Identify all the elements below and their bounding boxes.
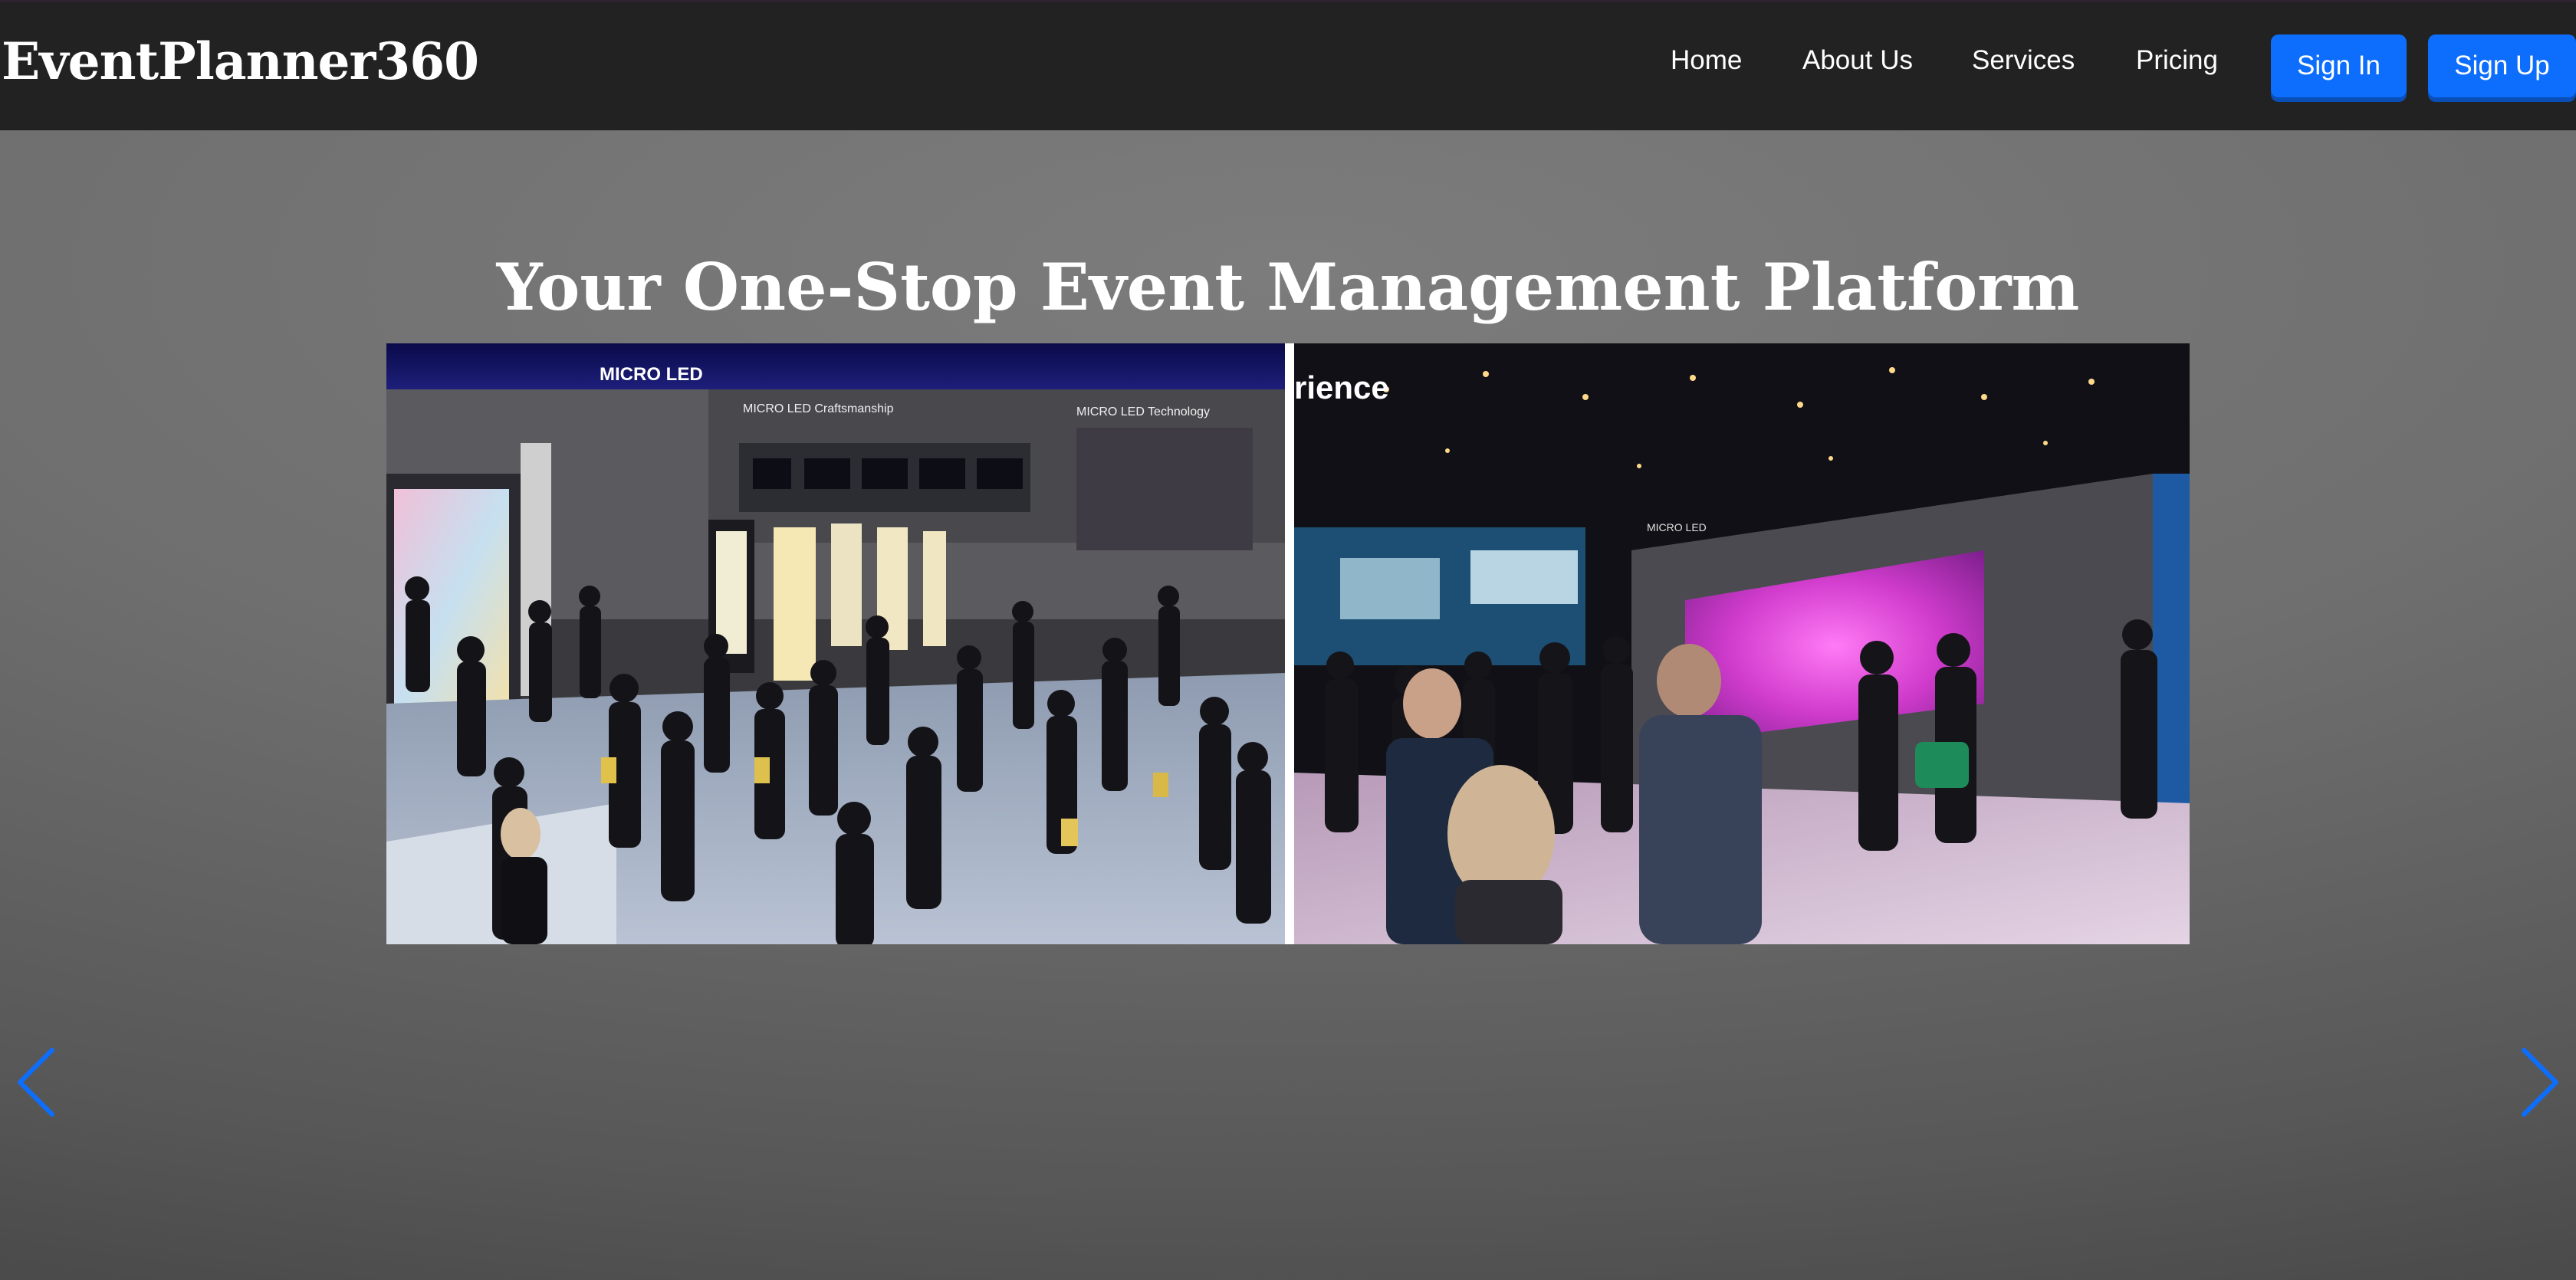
expo-booth-photo-right: rience MICRO LED: [1294, 343, 2190, 944]
sign-up-button[interactable]: Sign Up: [2428, 34, 2576, 97]
carousel-prev-button[interactable]: [14, 1044, 60, 1121]
photo-sign-text: rience: [1294, 369, 1389, 405]
hero-carousel: MICRO LED MICRO LED Craftsmanship MICRO …: [386, 343, 2190, 944]
brand-logo[interactable]: EventPlanner360: [2, 31, 479, 91]
carousel-next-button[interactable]: [2516, 1044, 2562, 1121]
photo-sign-text: MICRO LED Craftsmanship: [743, 402, 894, 415]
nav-link-home[interactable]: Home: [1671, 45, 1742, 76]
hero-title: Your One-Stop Event Management Platform: [496, 249, 2080, 325]
photo-sign-text: MICRO LED Technology: [1076, 405, 1210, 418]
nav-link-about-us[interactable]: About Us: [1802, 45, 1913, 76]
photo-sign-text: MICRO LED: [1647, 521, 1707, 533]
sign-in-button[interactable]: Sign In: [2271, 34, 2407, 97]
expo-crowd-photo-left: MICRO LED MICRO LED Craftsmanship MICRO …: [386, 343, 1285, 944]
nav-link-pricing[interactable]: Pricing: [2136, 45, 2218, 76]
page: EventPlanner360 Home About Us Services P…: [0, 0, 2576, 1280]
nav-link-services[interactable]: Services: [1972, 45, 2075, 76]
photo-sign-text: MICRO LED: [600, 364, 703, 385]
chevron-left-icon: [18, 1048, 54, 1117]
navbar: EventPlanner360 Home About Us Services P…: [0, 0, 2576, 130]
chevron-right-icon: [2522, 1048, 2558, 1117]
